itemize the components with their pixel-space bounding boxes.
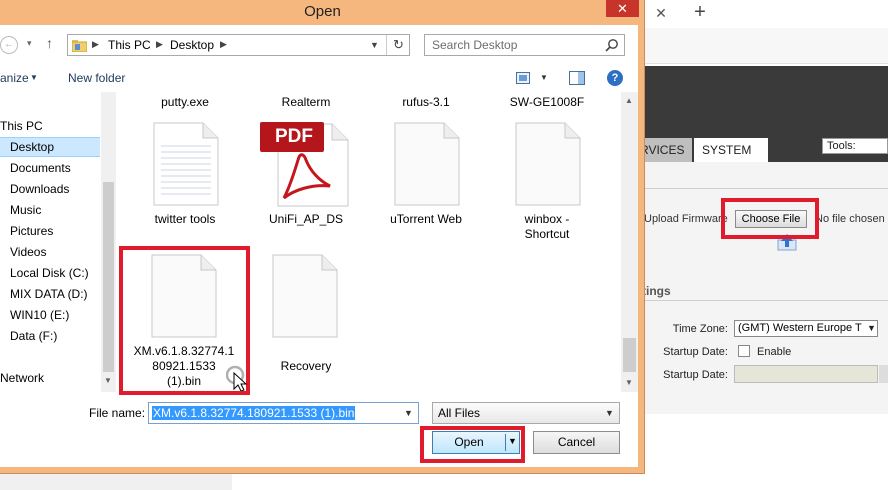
file-name: Recovery bbox=[280, 359, 332, 373]
open-dialog: Open ✕ ← ▾ ↑ ▶ This PC ▶ Desktop ▶ ▼ ↻ S… bbox=[0, 0, 645, 474]
dialog-title: Open bbox=[304, 3, 341, 20]
scrollbar[interactable] bbox=[879, 365, 888, 383]
chevron-down-icon[interactable]: ▾ bbox=[27, 38, 32, 49]
file-label[interactable]: putty.exe bbox=[137, 95, 233, 110]
timezone-select[interactable]: (GMT) Western Europe T bbox=[734, 320, 878, 337]
sidebar-item-mix-data-d[interactable]: MIX DATA (D:) bbox=[0, 284, 100, 304]
navigation-pane: This PC Desktop Documents Downloads Musi… bbox=[0, 92, 100, 392]
sidebar-item-this-pc[interactable]: This PC bbox=[0, 116, 100, 136]
file-list-scrollbar[interactable]: ▲ ▼ bbox=[621, 92, 638, 392]
new-folder-button[interactable]: New folder bbox=[68, 71, 125, 85]
startup-date-label: Startup Date: bbox=[663, 346, 728, 358]
sidebar-item-downloads[interactable]: Downloads bbox=[0, 179, 100, 199]
blank-document-icon bbox=[515, 122, 581, 206]
sidebar-item-music[interactable]: Music bbox=[0, 200, 100, 220]
chevron-down-icon[interactable]: ▼ bbox=[605, 408, 614, 418]
chevron-down-icon[interactable]: ▼ bbox=[370, 40, 379, 50]
breadcrumb-desktop[interactable]: Desktop bbox=[170, 38, 214, 52]
chevron-right-icon[interactable]: ▶ bbox=[220, 39, 227, 50]
tab-close-icon[interactable]: ✕ bbox=[652, 4, 670, 22]
blank-document-icon bbox=[394, 122, 460, 206]
file-name: twitter tools bbox=[154, 212, 216, 226]
upload-firmware-label: Upload Firmware bbox=[644, 213, 728, 225]
chevron-up-icon[interactable]: ▲ bbox=[625, 96, 633, 105]
file-type-select[interactable]: All Files ▼ bbox=[432, 402, 620, 424]
sidebar-item-documents[interactable]: Documents bbox=[0, 158, 100, 178]
sidebar-item-win10-e[interactable]: WIN10 (E:) bbox=[0, 305, 100, 325]
file-name-input[interactable]: XM.v6.1.8.32774.180921.1533 (1).bin ▼ bbox=[148, 402, 419, 424]
address-bar[interactable]: ▶ This PC ▶ Desktop ▶ ▼ ↻ bbox=[67, 34, 410, 56]
no-file-chosen-label: No file chosen bbox=[815, 213, 885, 225]
file-label[interactable]: SW-GE1008F bbox=[499, 95, 595, 110]
preview-pane-icon[interactable] bbox=[569, 71, 585, 85]
file-name: Shortcut bbox=[524, 227, 570, 241]
sidebar-item-data-f[interactable]: Data (F:) bbox=[0, 326, 100, 346]
chevron-down-icon[interactable]: ▼ bbox=[866, 321, 877, 336]
sidebar-item-local-disk-c[interactable]: Local Disk (C:) bbox=[0, 263, 100, 283]
refresh-icon[interactable]: ↻ bbox=[386, 35, 410, 55]
new-tab-icon[interactable]: + bbox=[690, 2, 710, 22]
browser-toolbar bbox=[645, 28, 888, 64]
file-label[interactable]: rufus-3.1 bbox=[378, 95, 474, 110]
search-placeholder: Search Desktop bbox=[432, 38, 518, 52]
chevron-right-icon[interactable]: ▶ bbox=[156, 39, 163, 50]
chevron-right-icon[interactable]: ▶ bbox=[92, 39, 99, 50]
search-icon[interactable] bbox=[605, 38, 619, 52]
file-name-label: File name: bbox=[89, 406, 146, 420]
file-name: winbox - bbox=[524, 212, 570, 226]
file-name: UniFi_AP_DS bbox=[268, 212, 344, 226]
highlight-annotation-open bbox=[420, 426, 525, 463]
tools-dropdown[interactable]: Tools: bbox=[822, 138, 888, 154]
cancel-button[interactable]: Cancel bbox=[533, 431, 620, 454]
help-icon[interactable]: ? bbox=[607, 70, 623, 86]
organize-button[interactable]: anize bbox=[0, 71, 29, 85]
startup-date-input[interactable] bbox=[734, 365, 878, 383]
sidebar-scrollbar[interactable]: ▼ bbox=[101, 92, 116, 392]
chevron-down-icon[interactable]: ▼ bbox=[104, 376, 112, 385]
scrollbar-thumb[interactable] bbox=[623, 338, 636, 372]
startup-date-enable-checkbox[interactable] bbox=[738, 345, 750, 357]
chevron-down-icon[interactable]: ▼ bbox=[404, 408, 413, 418]
pdf-badge-text: PDF bbox=[275, 126, 313, 147]
file-name-value: XM.v6.1.8.32774.180921.1533 (1).bin bbox=[152, 406, 356, 420]
divider bbox=[645, 300, 888, 301]
file-label[interactable]: Realterm bbox=[258, 95, 354, 110]
timezone-label: Time Zone: bbox=[672, 323, 728, 335]
change-view-icon[interactable] bbox=[516, 72, 530, 84]
browser-tab-bar bbox=[645, 0, 888, 28]
scrollbar-thumb[interactable] bbox=[103, 182, 114, 372]
chevron-down-icon[interactable]: ▼ bbox=[540, 73, 548, 82]
command-bar: anize ▼ New folder ▼ ? bbox=[0, 66, 638, 92]
close-icon[interactable]: ✕ bbox=[606, 0, 639, 17]
file-type-value: All Files bbox=[438, 406, 481, 420]
startup-date-label: Startup Date: bbox=[663, 369, 728, 381]
sidebar-item-network[interactable]: Network bbox=[0, 368, 100, 388]
enable-label: Enable bbox=[757, 346, 792, 358]
folder-icon bbox=[72, 40, 87, 52]
chevron-down-icon[interactable]: ▼ bbox=[625, 378, 633, 387]
navigation-bar: ← ▾ ↑ ▶ This PC ▶ Desktop ▶ ▼ ↻ Search D… bbox=[0, 33, 638, 57]
sidebar-item-pictures[interactable]: Pictures bbox=[0, 221, 100, 241]
file-name: uTorrent Web bbox=[390, 212, 462, 226]
sidebar-item-desktop[interactable]: Desktop bbox=[0, 137, 100, 157]
breadcrumb-this-pc[interactable]: This PC bbox=[108, 38, 151, 52]
blank-document-icon bbox=[272, 254, 338, 338]
chevron-down-icon[interactable]: ▼ bbox=[30, 73, 38, 82]
tab-system[interactable]: SYSTEM bbox=[694, 138, 768, 162]
back-icon[interactable]: ← bbox=[0, 36, 18, 54]
divider bbox=[645, 188, 888, 189]
text-document-icon bbox=[153, 122, 219, 206]
up-arrow-icon[interactable]: ↑ bbox=[46, 35, 53, 51]
taskbar-strip bbox=[0, 474, 232, 490]
search-input[interactable]: Search Desktop bbox=[424, 34, 625, 56]
mouse-cursor-icon bbox=[226, 365, 248, 391]
sidebar-item-videos[interactable]: Videos bbox=[0, 242, 100, 262]
highlight-annotation-choose-file bbox=[721, 198, 819, 239]
